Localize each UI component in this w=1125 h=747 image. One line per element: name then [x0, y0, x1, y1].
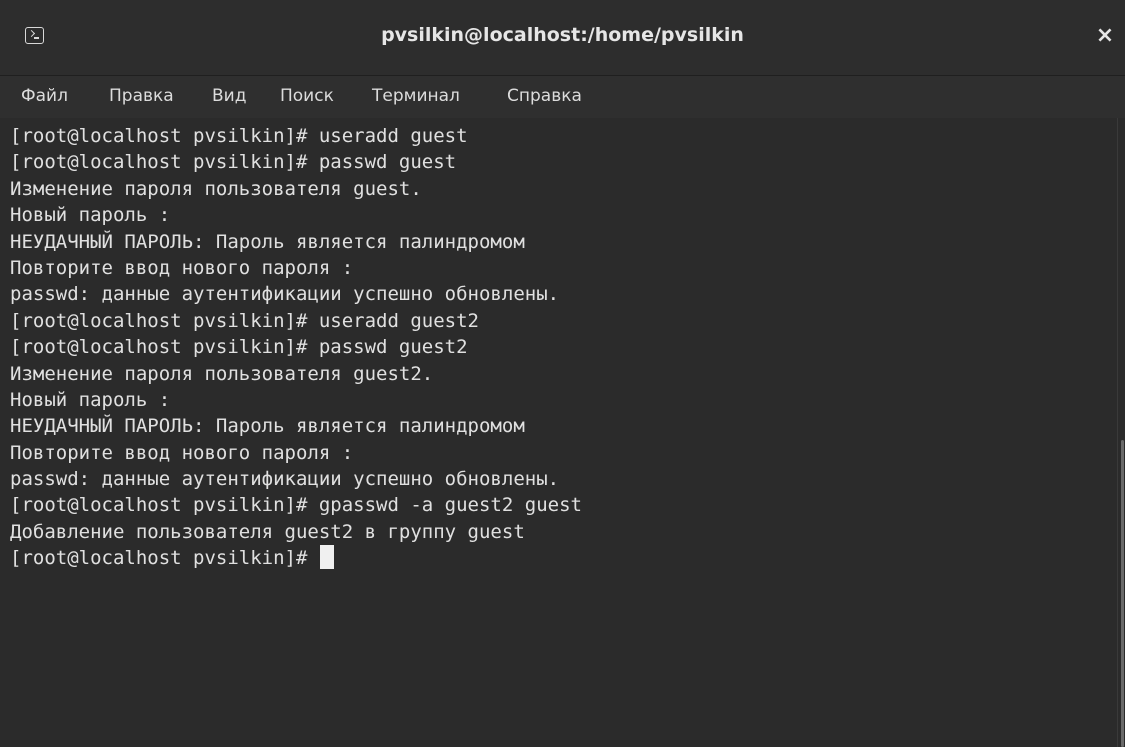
menu-file[interactable]: Файл	[21, 86, 68, 106]
terminal-output[interactable]: [root@localhost pvsilkin]# useradd guest…	[0, 118, 1117, 747]
terminal-line: passwd: данные аутентификации успешно об…	[10, 283, 560, 306]
menu-view[interactable]: Вид	[212, 86, 246, 106]
window-title: pvsilkin@localhost:/home/pvsilkin	[381, 24, 744, 46]
terminal-line: [root@localhost pvsilkin]# useradd guest…	[10, 309, 479, 332]
menu-bar: Файл Правка Вид Поиск Терминал Справка	[0, 76, 1125, 118]
terminal-line: НЕУДАЧНЫЙ ПАРОЛЬ: Пароль является палинд…	[10, 415, 525, 438]
terminal-line: Изменение пароля пользователя guest.	[10, 177, 422, 200]
terminal-line: НЕУДАЧНЫЙ ПАРОЛЬ: Пароль является палинд…	[10, 230, 525, 253]
terminal-line: passwd: данные аутентификации успешно об…	[10, 468, 560, 491]
terminal-line: [root@localhost pvsilkin]# passwd guest	[10, 151, 457, 174]
menu-help[interactable]: Справка	[507, 86, 582, 106]
menu-terminal[interactable]: Терминал	[372, 86, 460, 106]
terminal-line: Добавление пользователя guest2 в группу …	[10, 520, 525, 543]
terminal-line: Новый пароль :	[10, 204, 171, 227]
terminal-line: Изменение пароля пользователя guest2.	[10, 362, 434, 385]
terminal-line: Повторите ввод нового пароля :	[10, 441, 354, 464]
menu-search[interactable]: Поиск	[280, 86, 334, 106]
terminal-line: [root@localhost pvsilkin]# passwd guest2	[10, 336, 468, 359]
terminal-line: Новый пароль :	[10, 388, 171, 411]
terminal-window: pvsilkin@localhost:/home/pvsilkin × Файл…	[0, 0, 1125, 747]
terminal-line: [root@localhost pvsilkin]# useradd guest	[10, 125, 468, 147]
terminal-line: Повторите ввод нового пароля :	[10, 256, 354, 279]
text-cursor	[319, 545, 334, 570]
prompt: [root@localhost pvsilkin]#	[10, 547, 319, 570]
close-icon[interactable]: ×	[1092, 23, 1118, 49]
menu-edit[interactable]: Правка	[109, 86, 174, 106]
terminal-lines: [root@localhost pvsilkin]# useradd guest…	[10, 123, 582, 572]
scrollbar-thumb[interactable]	[1121, 440, 1124, 747]
title-bar[interactable]: pvsilkin@localhost:/home/pvsilkin ×	[0, 0, 1125, 76]
terminal-line: [root@localhost pvsilkin]# gpasswd -a gu…	[10, 494, 582, 517]
terminal-prompt-line[interactable]: [root@localhost pvsilkin]#	[10, 545, 582, 571]
